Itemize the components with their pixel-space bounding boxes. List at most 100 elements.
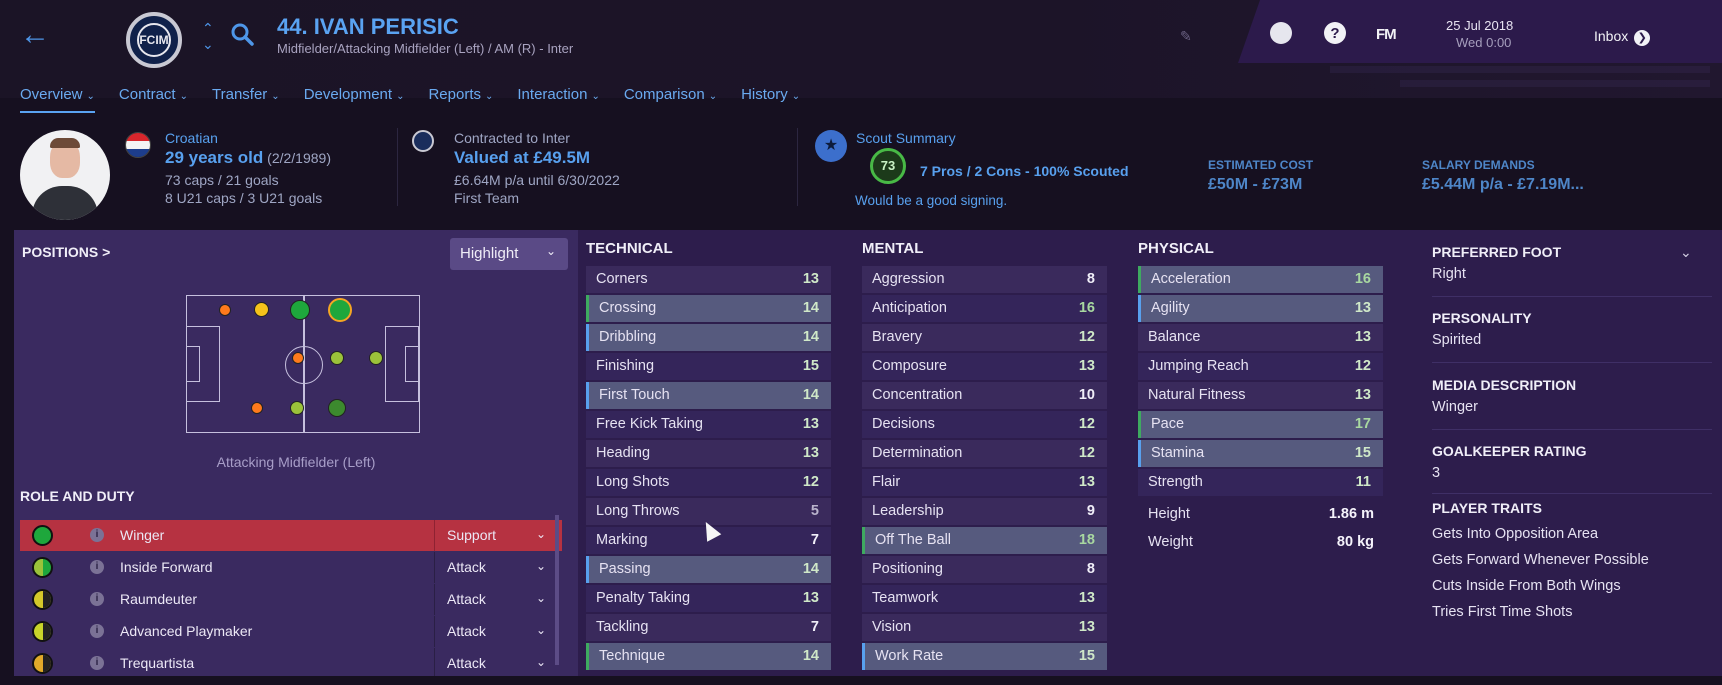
weight-row: Weight 80 kg bbox=[1148, 534, 1374, 550]
attr-row[interactable]: Penalty Taking 13 bbox=[586, 585, 831, 612]
attr-row-key[interactable]: Passing 14 bbox=[586, 556, 831, 583]
back-arrow-icon[interactable]: ← bbox=[20, 20, 54, 54]
attr-row[interactable]: Vision 13 bbox=[862, 614, 1107, 641]
attr-row[interactable]: Leadership 9 bbox=[862, 498, 1107, 525]
fm-logo[interactable]: FM bbox=[1376, 26, 1397, 43]
attr-row[interactable]: Balance 13 bbox=[1138, 324, 1383, 351]
attr-row[interactable]: Decisions 12 bbox=[862, 411, 1107, 438]
tab-reports[interactable]: Reports ⌄ bbox=[428, 86, 493, 113]
chevron-down-icon: ⌄ bbox=[535, 623, 546, 637]
info-icon[interactable]: i bbox=[90, 560, 104, 574]
role-list-scrollbar[interactable] bbox=[555, 515, 559, 665]
search-icon[interactable] bbox=[230, 22, 256, 48]
attr-value: 12 bbox=[1354, 358, 1371, 374]
scout-summary[interactable]: 7 Pros / 2 Cons - 100% Scouted bbox=[920, 163, 1129, 179]
attr-row[interactable]: Flair 13 bbox=[862, 469, 1107, 496]
info-icon[interactable]: i bbox=[90, 656, 104, 670]
position-dot[interactable] bbox=[290, 401, 304, 415]
attr-row-key[interactable]: Technique 14 bbox=[586, 643, 831, 670]
attr-row[interactable]: Anticipation 16 bbox=[862, 295, 1107, 322]
attr-row[interactable]: Positioning 8 bbox=[862, 556, 1107, 583]
position-dot[interactable] bbox=[219, 304, 231, 316]
position-dot-selected[interactable] bbox=[328, 298, 352, 322]
attr-row[interactable]: Corners 13 bbox=[586, 266, 831, 293]
pitch-diagram bbox=[186, 295, 420, 433]
position-dot[interactable] bbox=[328, 399, 346, 417]
club-crest-icon[interactable]: FCIM bbox=[126, 12, 182, 68]
attr-row[interactable]: Composure 13 bbox=[862, 353, 1107, 380]
attr-row[interactable]: Concentration 10 bbox=[862, 382, 1107, 409]
goalkeeper-rating-value: 3 bbox=[1432, 465, 1441, 481]
nationality[interactable]: Croatian bbox=[165, 130, 218, 146]
attr-row[interactable]: Free Kick Taking 13 bbox=[586, 411, 831, 438]
croatia-flag-icon[interactable] bbox=[125, 132, 151, 158]
info-icon[interactable]: i bbox=[90, 528, 104, 542]
tab-comparison[interactable]: Comparison ⌄ bbox=[624, 86, 717, 113]
duty-label: Attack bbox=[447, 591, 486, 607]
duty-dropdown[interactable]: Support ⌄ bbox=[434, 520, 562, 551]
attr-row[interactable]: Natural Fitness 13 bbox=[1138, 382, 1383, 409]
attr-row[interactable]: Determination 12 bbox=[862, 440, 1107, 467]
positions-title[interactable]: POSITIONS > bbox=[22, 244, 110, 260]
duty-label: Support bbox=[447, 527, 497, 543]
position-dot[interactable] bbox=[290, 300, 310, 320]
position-dot[interactable] bbox=[330, 351, 344, 365]
attr-row-key[interactable]: First Touch 14 bbox=[586, 382, 831, 409]
attr-row[interactable]: Tackling 7 bbox=[586, 614, 831, 641]
attr-row-key[interactable]: Dribbling 14 bbox=[586, 324, 831, 351]
world-icon[interactable] bbox=[1270, 22, 1292, 44]
duty-dropdown[interactable]: Attack ⌄ bbox=[434, 552, 562, 583]
highlight-dropdown[interactable]: Highlight ⌄ bbox=[450, 238, 568, 270]
tab-history[interactable]: History ⌄ bbox=[741, 86, 800, 113]
position-dot[interactable] bbox=[251, 402, 263, 414]
player-name: 44. IVAN PERISIC bbox=[277, 14, 459, 39]
attr-row-key[interactable]: Acceleration 16 bbox=[1138, 266, 1383, 293]
position-dot[interactable] bbox=[292, 352, 304, 364]
attr-row[interactable]: Strength 11 bbox=[1138, 469, 1383, 496]
attr-row-key[interactable]: Stamina 15 bbox=[1138, 440, 1383, 467]
chevron-down-icon[interactable]: ⌄ bbox=[1680, 244, 1692, 261]
info-icon[interactable]: i bbox=[90, 592, 104, 606]
tab-overview[interactable]: Overview ⌄ bbox=[20, 86, 95, 113]
attr-row[interactable]: Finishing 15 bbox=[586, 353, 831, 380]
edit-icon[interactable]: ✎ bbox=[1180, 28, 1192, 45]
player-trait: Tries First Time Shots bbox=[1432, 604, 1573, 620]
player-trait: Cuts Inside From Both Wings bbox=[1432, 578, 1621, 594]
attr-row[interactable]: Bravery 12 bbox=[862, 324, 1107, 351]
duty-dropdown[interactable]: Attack ⌄ bbox=[434, 648, 562, 676]
attr-row-key[interactable]: Agility 13 bbox=[1138, 295, 1383, 322]
role-row[interactable]: i Winger Support ⌄ bbox=[20, 520, 562, 551]
tab-transfer[interactable]: Transfer ⌄ bbox=[212, 86, 280, 113]
attr-row-key[interactable]: Crossing 14 bbox=[586, 295, 831, 322]
attr-row-key[interactable]: Off The Ball 18 bbox=[862, 527, 1107, 554]
scout-summary-title[interactable]: Scout Summary bbox=[856, 130, 956, 146]
divider bbox=[397, 128, 398, 206]
attr-row[interactable]: Aggression 8 bbox=[862, 266, 1107, 293]
duty-dropdown[interactable]: Attack ⌄ bbox=[434, 584, 562, 615]
role-row[interactable]: i Inside Forward Attack ⌄ bbox=[20, 552, 562, 583]
inbox-button[interactable]: Inbox ❯ bbox=[1594, 28, 1651, 46]
position-dot[interactable] bbox=[254, 302, 269, 317]
help-icon[interactable]: ? bbox=[1324, 22, 1346, 44]
role-row[interactable]: i Trequartista Attack ⌄ bbox=[20, 648, 562, 676]
caps: 73 caps / 21 goals bbox=[165, 172, 279, 188]
physical-title: PHYSICAL bbox=[1138, 240, 1214, 257]
attr-row-key[interactable]: Work Rate 15 bbox=[862, 643, 1107, 670]
tab-development[interactable]: Development ⌄ bbox=[304, 86, 405, 113]
tab-contract[interactable]: Contract ⌄ bbox=[119, 86, 188, 113]
attr-row[interactable]: Long Shots 12 bbox=[586, 469, 831, 496]
attr-row[interactable]: Jumping Reach 12 bbox=[1138, 353, 1383, 380]
info-icon[interactable]: i bbox=[90, 624, 104, 638]
attr-row[interactable]: Teamwork 13 bbox=[862, 585, 1107, 612]
role-row[interactable]: i Advanced Playmaker Attack ⌄ bbox=[20, 616, 562, 647]
attr-row-key[interactable]: Pace 17 bbox=[1138, 411, 1383, 438]
position-dot[interactable] bbox=[369, 351, 383, 365]
tab-interaction[interactable]: Interaction ⌄ bbox=[517, 86, 599, 113]
role-row[interactable]: i Raumdeuter Attack ⌄ bbox=[20, 584, 562, 615]
attr-row[interactable]: Heading 13 bbox=[586, 440, 831, 467]
height-label: Height bbox=[1148, 506, 1190, 522]
attr-name: Positioning bbox=[872, 561, 943, 577]
attr-name: Pace bbox=[1151, 416, 1185, 432]
duty-dropdown[interactable]: Attack ⌄ bbox=[434, 616, 562, 647]
player-nav-arrows[interactable]: ⌃ ⌄ bbox=[202, 20, 214, 52]
